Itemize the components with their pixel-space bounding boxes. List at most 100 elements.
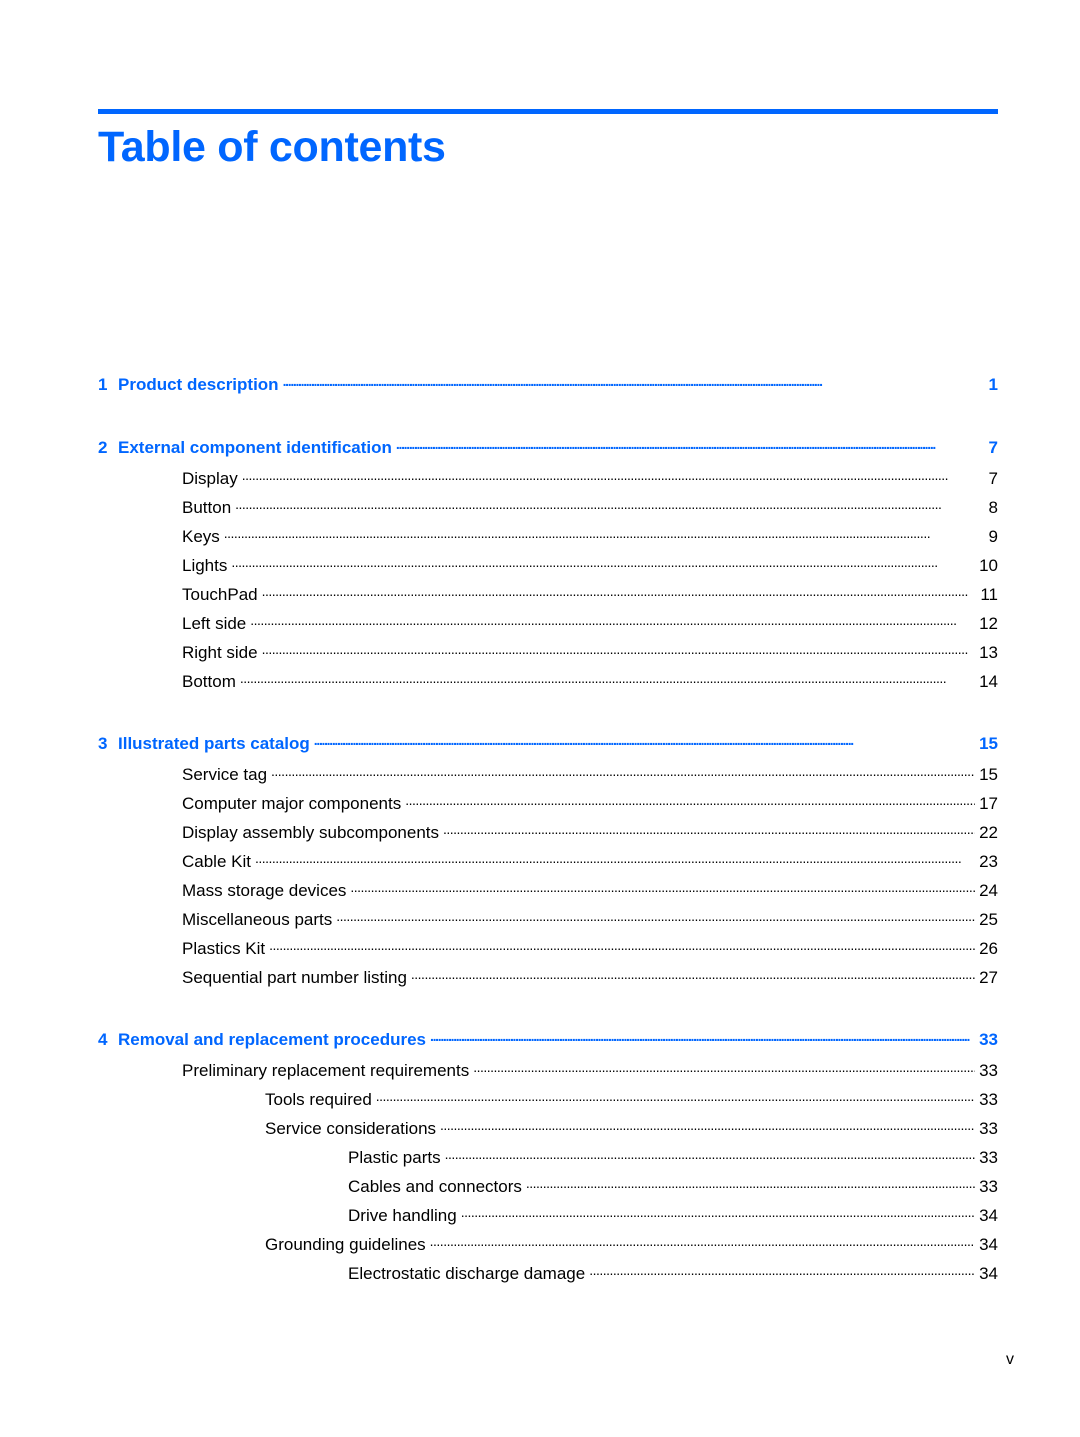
section-title-link[interactable]: Display assembly subcomponents <box>182 822 444 844</box>
section-title-link[interactable]: TouchPad <box>182 584 262 606</box>
toc-section-entry[interactable]: Sequential part number listing 27 <box>182 966 998 989</box>
toc-section-entry[interactable]: Left side 12 <box>182 612 998 635</box>
toc-section-entry[interactable]: Bottom 14 <box>182 670 998 693</box>
section-title-link[interactable]: Plastics Kit <box>182 938 270 960</box>
toc-section-entry[interactable]: Service tag 15 <box>182 763 998 786</box>
chapter-title-link[interactable]: Removal and replacement procedures <box>118 1029 431 1051</box>
toc-chapter-entry[interactable]: 3 Illustrated parts catalog 15 <box>98 732 998 755</box>
chapter-page-number[interactable]: 7 <box>984 437 998 459</box>
toc-section-entry[interactable]: Plastic parts 33 <box>348 1146 998 1169</box>
section-page-number[interactable]: 33 <box>975 1060 998 1082</box>
chapter-title-link[interactable]: Illustrated parts catalog <box>118 733 314 755</box>
section-page-number[interactable]: 9 <box>984 526 998 548</box>
dot-leader <box>250 612 975 629</box>
dot-leader <box>242 467 984 484</box>
section-title-link[interactable]: Miscellaneous parts <box>182 909 337 931</box>
dot-leader <box>350 879 975 896</box>
section-page-number[interactable]: 24 <box>975 880 998 902</box>
section-title-link[interactable]: Sequential part number listing <box>182 967 411 989</box>
section-page-number[interactable]: 34 <box>975 1205 998 1227</box>
section-title-link[interactable]: Drive handling <box>348 1205 461 1227</box>
toc-section-entry[interactable]: Cable Kit 23 <box>182 850 998 873</box>
section-title-link[interactable]: Computer major components <box>182 793 406 815</box>
toc-section-entry[interactable]: Button 8 <box>182 496 998 519</box>
section-title-link[interactable]: Left side <box>182 613 251 635</box>
toc-section-entry[interactable]: Plastics Kit 26 <box>182 937 998 960</box>
section-page-number[interactable]: 26 <box>975 938 998 960</box>
dot-leader <box>396 436 984 453</box>
toc-chapter-entry[interactable]: 2 External component identification 7 <box>98 436 998 459</box>
section-page-number[interactable]: 11 <box>976 584 998 606</box>
section-page-number[interactable]: 33 <box>975 1147 998 1169</box>
section-title-link[interactable]: Mass storage devices <box>182 880 351 902</box>
chapter-title-link[interactable]: Product description <box>118 374 283 396</box>
toc-section-entry[interactable]: Electrostatic discharge damage 34 <box>348 1262 998 1285</box>
chapter-title-link[interactable]: External component identification <box>118 437 396 459</box>
section-page-number[interactable]: 17 <box>975 793 998 815</box>
dot-leader <box>336 908 975 925</box>
toc-chapter-entry[interactable]: 1 Product description 1 <box>98 373 998 396</box>
section-title-link[interactable]: Service tag <box>182 764 272 786</box>
section-title-link[interactable]: Cables and connectors <box>348 1176 526 1198</box>
section-title-link[interactable]: Tools required <box>265 1089 376 1111</box>
toc-section-entry[interactable]: Lights 10 <box>182 554 998 577</box>
toc-section-entry[interactable]: Right side 13 <box>182 641 998 664</box>
section-page-number[interactable]: 22 <box>975 822 998 844</box>
chapter-number: 1 <box>98 375 108 394</box>
toc-section-entry[interactable]: TouchPad 11 <box>182 583 998 606</box>
section-title-link[interactable]: Lights <box>182 555 232 577</box>
title-rule <box>98 109 998 114</box>
section-page-number[interactable]: 14 <box>975 671 998 693</box>
dot-leader <box>443 821 975 838</box>
toc-section-entry[interactable]: Grounding guidelines 34 <box>265 1233 998 1256</box>
section-page-number[interactable]: 23 <box>975 851 998 873</box>
toc-section-entry[interactable]: Mass storage devices 24 <box>182 879 998 902</box>
toc-section-entry[interactable]: Display assembly subcomponents 22 <box>182 821 998 844</box>
section-page-number[interactable]: 34 <box>975 1263 998 1285</box>
dot-leader <box>526 1175 975 1192</box>
toc-section-entry[interactable]: Cables and connectors 33 <box>348 1175 998 1198</box>
section-page-number[interactable]: 33 <box>975 1118 998 1140</box>
section-page-number[interactable]: 13 <box>975 642 998 664</box>
chapter-page-number[interactable]: 33 <box>975 1029 998 1051</box>
toc-section-entry[interactable]: Preliminary replacement requirements 33 <box>182 1059 998 1082</box>
section-title-link[interactable]: Bottom <box>182 671 240 693</box>
dot-leader <box>231 554 975 571</box>
section-title-link[interactable]: Keys <box>182 526 224 548</box>
toc-section-entry[interactable]: Computer major components 17 <box>182 792 998 815</box>
toc-section-entry[interactable]: Miscellaneous parts 25 <box>182 908 998 931</box>
dot-leader <box>262 583 977 600</box>
dot-leader <box>271 763 975 780</box>
toc-section-entry[interactable]: Display 7 <box>182 467 998 490</box>
dot-leader <box>440 1117 975 1134</box>
section-title-link[interactable]: Plastic parts <box>348 1147 445 1169</box>
dot-leader <box>224 525 984 542</box>
section-page-number[interactable]: 15 <box>975 764 998 786</box>
chapter-page-number[interactable]: 15 <box>975 733 998 755</box>
section-title-link[interactable]: Electrostatic discharge damage <box>348 1263 590 1285</box>
section-page-number[interactable]: 33 <box>975 1176 998 1198</box>
section-page-number[interactable]: 8 <box>984 497 998 519</box>
section-title-link[interactable]: Grounding guidelines <box>265 1234 430 1256</box>
section-page-number[interactable]: 12 <box>975 613 998 635</box>
section-page-number[interactable]: 34 <box>975 1234 998 1256</box>
section-title-link[interactable]: Preliminary replacement requirements <box>182 1060 474 1082</box>
toc-section-entry[interactable]: Keys 9 <box>182 525 998 548</box>
toc-section-entry[interactable]: Drive handling 34 <box>348 1204 998 1227</box>
chapter-page-number[interactable]: 1 <box>984 374 998 396</box>
section-page-number[interactable]: 7 <box>984 468 998 490</box>
section-page-number[interactable]: 27 <box>975 967 998 989</box>
section-page-number[interactable]: 25 <box>975 909 998 931</box>
dot-leader <box>589 1262 975 1279</box>
section-title-link[interactable]: Right side <box>182 642 262 664</box>
section-page-number[interactable]: 33 <box>975 1089 998 1111</box>
page-number-folio: v <box>1006 1351 1014 1368</box>
section-page-number[interactable]: 10 <box>975 555 998 577</box>
toc-chapter-entry[interactable]: 4 Removal and replacement procedures 33 <box>98 1028 998 1051</box>
toc-section-entry[interactable]: Service considerations 33 <box>265 1117 998 1140</box>
section-title-link[interactable]: Service considerations <box>265 1118 441 1140</box>
section-title-link[interactable]: Display <box>182 468 242 490</box>
section-title-link[interactable]: Cable Kit <box>182 851 255 873</box>
toc-section-entry[interactable]: Tools required 33 <box>265 1088 998 1111</box>
section-title-link[interactable]: Button <box>182 497 236 519</box>
